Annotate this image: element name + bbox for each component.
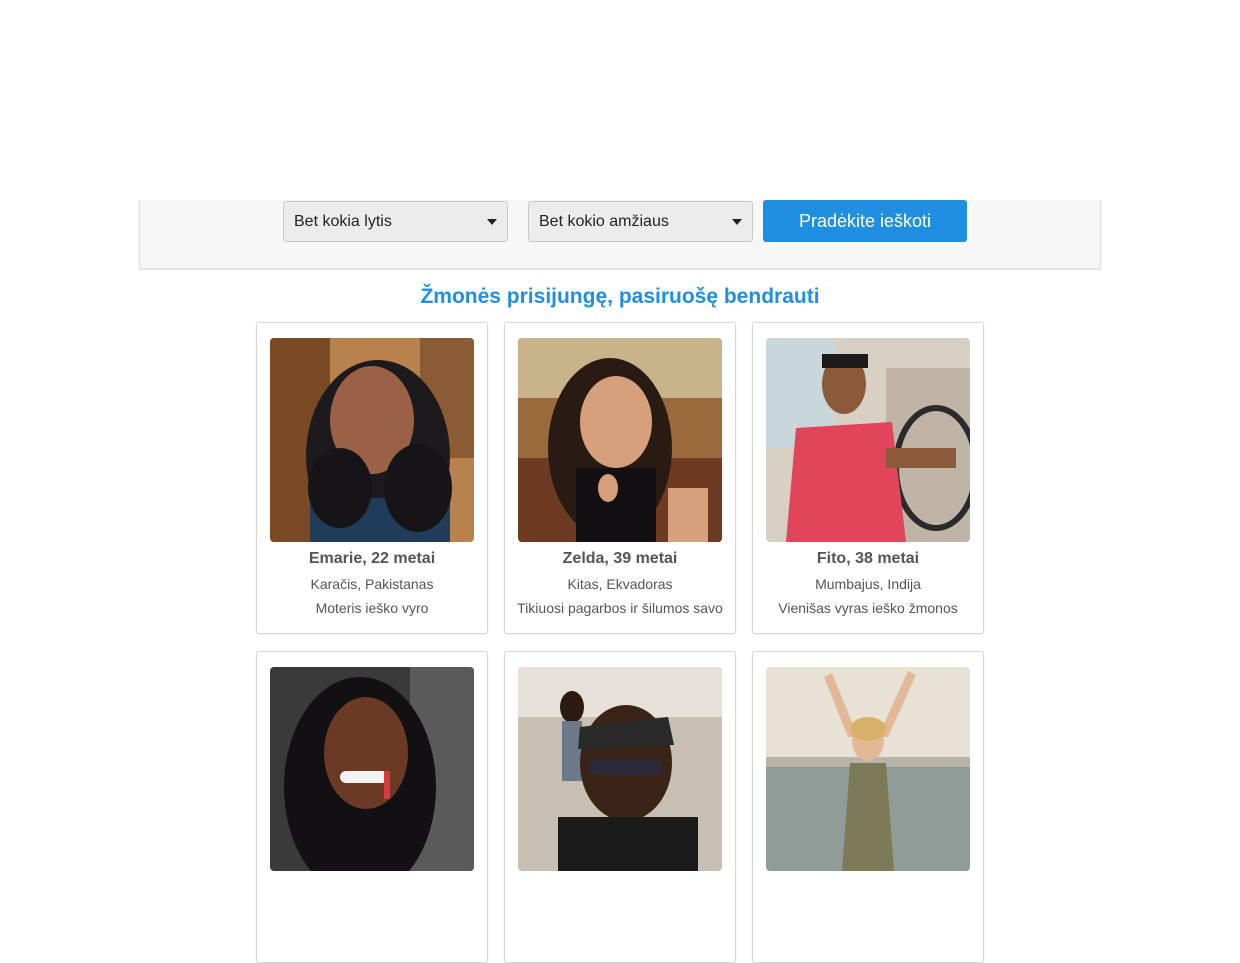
age-select[interactable]: Bet kokio amžiaus [528, 201, 753, 242]
gender-select-value: Bet kokia lytis [294, 213, 392, 230]
profile-bio: Tikiuosi pagarbos ir šilumos savo [517, 600, 723, 616]
profile-photo[interactable] [270, 667, 474, 871]
search-panel: Bet kokia lytis Bet kokio amžiaus Pradėk… [139, 200, 1101, 269]
profile-location: Karačis, Pakistanas [310, 576, 434, 592]
profile-photo[interactable] [518, 667, 722, 871]
profile-card[interactable]: Fito, 38 metai Mumbajus, Indija Vienišas… [752, 322, 984, 634]
caret-down-icon [487, 219, 497, 225]
profile-name[interactable]: Fito, 38 metai [753, 550, 983, 568]
profile-name[interactable]: Emarie, 22 metai [257, 550, 487, 568]
caret-down-icon [732, 219, 742, 225]
profile-location: Mumbajus, Indija [815, 576, 921, 592]
age-select-value: Bet kokio amžiaus [539, 213, 669, 230]
profile-card[interactable] [752, 651, 984, 963]
profile-card[interactable]: Emarie, 22 metai Karačis, Pakistanas Mot… [256, 322, 488, 634]
profile-photo[interactable] [270, 338, 474, 542]
profile-bio: Moteris ieško vyro [315, 600, 429, 616]
profile-photo[interactable] [766, 667, 970, 871]
profile-name[interactable]: Zelda, 39 metai [505, 550, 735, 568]
profile-card[interactable] [504, 651, 736, 963]
section-title: Žmonės prisijungę, pasiruošę bendrauti [420, 285, 820, 308]
profile-photo[interactable] [518, 338, 722, 542]
profile-location: Kitas, Ekvadoras [567, 576, 673, 592]
profile-bio: Vienišas vyras ieško žmonos [778, 600, 958, 616]
profile-card[interactable]: Zelda, 39 metai Kitas, Ekvadoras Tikiuos… [504, 322, 736, 634]
start-search-button[interactable]: Pradėkite ieškoti [763, 200, 967, 242]
profile-card[interactable] [256, 651, 488, 963]
profile-photo[interactable] [766, 338, 970, 542]
gender-select[interactable]: Bet kokia lytis [283, 201, 508, 242]
